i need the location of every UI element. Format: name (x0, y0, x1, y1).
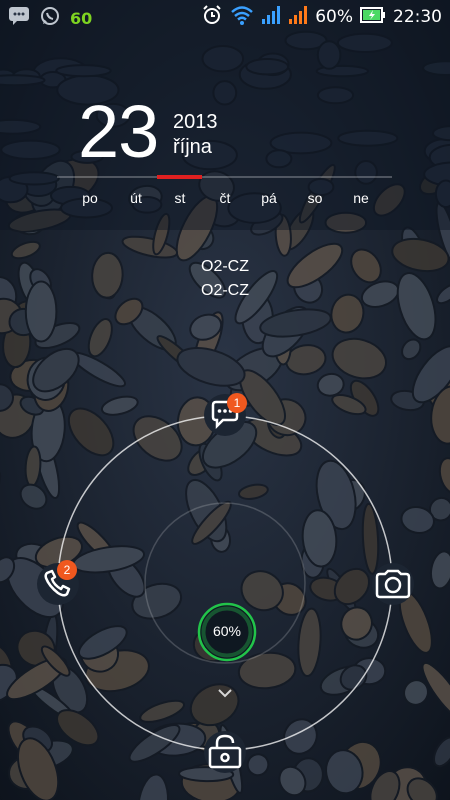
battery-charging-icon (360, 7, 386, 27)
signal-blue-icon (261, 5, 281, 29)
wifi-icon (230, 5, 254, 29)
month-label: října (173, 136, 212, 158)
camera-icon (372, 563, 414, 605)
weekday-label: ne (353, 190, 369, 206)
weekday-label: st (174, 190, 186, 206)
week-divider (57, 175, 392, 179)
unlock-icon (204, 731, 246, 773)
year-label: 2013 (173, 111, 218, 133)
weekday-label: pá (261, 190, 277, 206)
message-shortcut-button[interactable]: 1 (203, 393, 247, 437)
status-number: 60 (70, 8, 93, 28)
battery-level-indicator: 60% (197, 602, 257, 662)
weekday-label: po (82, 190, 98, 206)
unlock-button[interactable] (203, 730, 247, 774)
battery-percent: 60% (315, 7, 353, 27)
phone-shortcut-button[interactable]: 2 (36, 560, 80, 606)
weekday-row: po út st čt pá so ne (70, 190, 390, 210)
weekday-label: so (307, 190, 323, 206)
whatsapp-icon (40, 6, 60, 30)
weekday-label: út (130, 190, 142, 206)
message-icon (8, 6, 30, 30)
clock-time: 22:30 (393, 7, 442, 27)
carrier-label: O2-CZ (201, 258, 249, 275)
camera-shortcut-button[interactable] (371, 562, 415, 606)
signal-orange-icon (288, 5, 308, 29)
day-number: 23 (78, 90, 159, 173)
weekday-label: čt (219, 190, 231, 206)
week-active-marker (157, 175, 202, 179)
chevron-down-icon[interactable] (216, 686, 234, 700)
status-bar: 60 60% 22:30 (0, 0, 450, 32)
carrier-label: O2-CZ (201, 282, 249, 299)
message-badge: 1 (227, 393, 247, 413)
phone-badge: 2 (57, 560, 77, 580)
alarm-icon (201, 4, 223, 30)
battery-level-text: 60% (212, 623, 242, 639)
